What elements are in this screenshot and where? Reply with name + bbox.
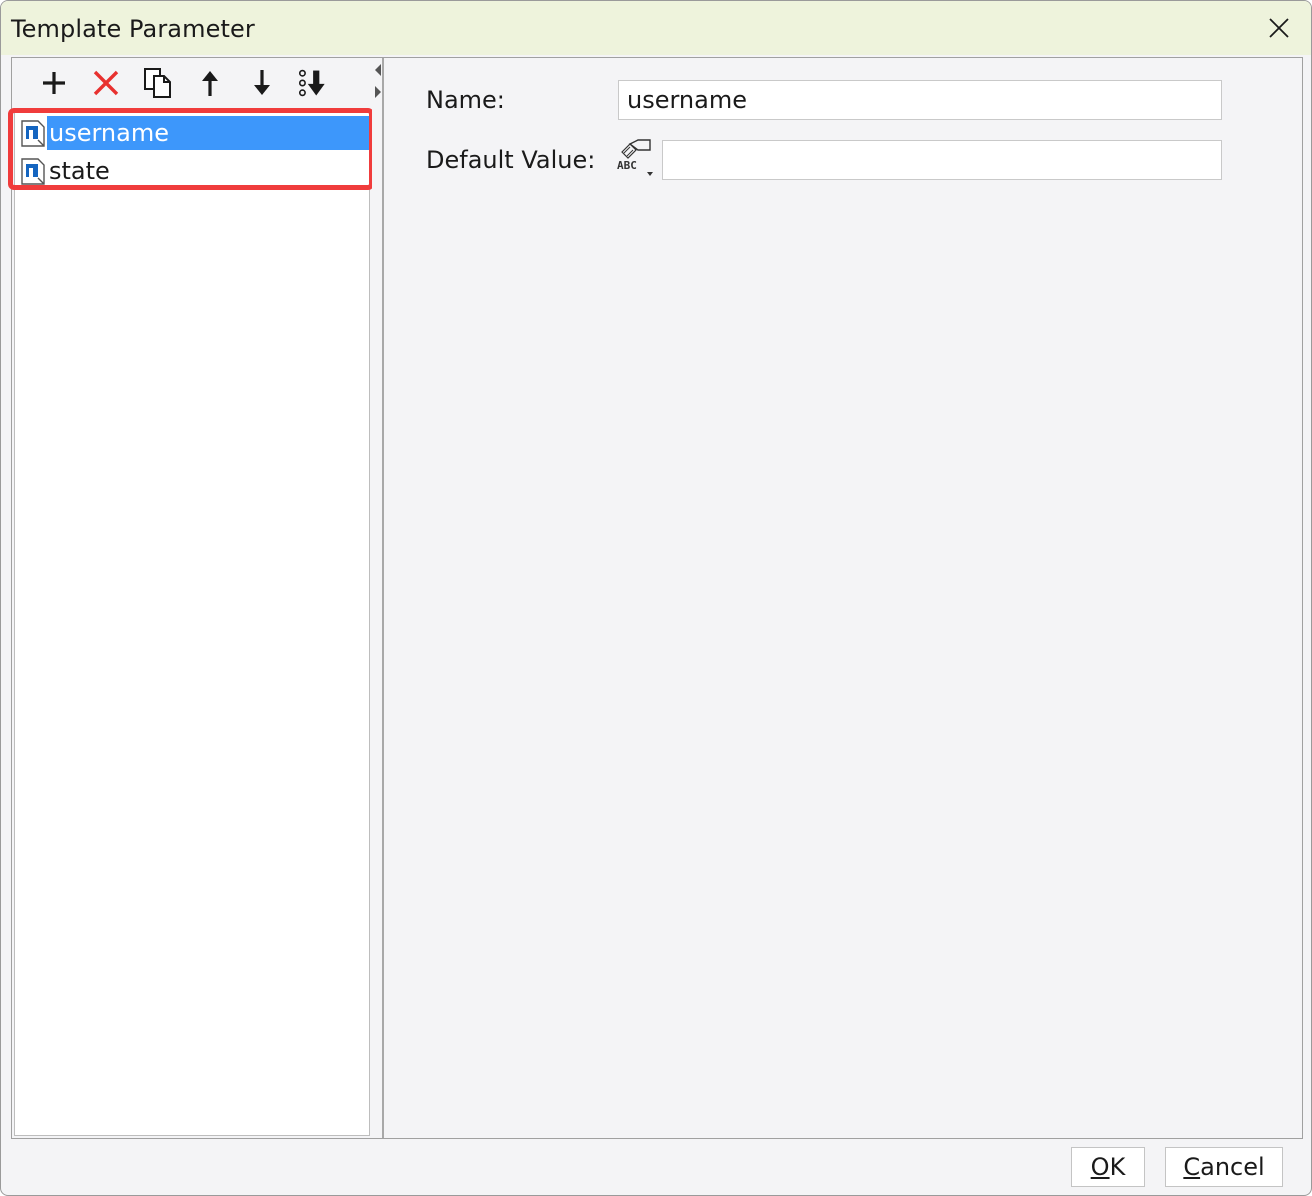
type-icon-text: ABC <box>617 159 637 172</box>
parameter-toolbar <box>12 58 372 108</box>
move-down-button[interactable] <box>236 61 288 105</box>
parameter-list[interactable]: username state <box>14 110 370 1136</box>
expand-right-icon[interactable] <box>373 84 383 100</box>
default-value-label: Default Value: <box>426 146 596 174</box>
list-item-label: state <box>49 157 110 185</box>
cancel-button[interactable]: Cancel <box>1165 1147 1283 1187</box>
parameter-icon <box>19 117 47 149</box>
default-value-input[interactable] <box>662 140 1222 180</box>
close-icon <box>1269 18 1289 38</box>
name-label: Name: <box>426 86 505 114</box>
arrow-up-icon <box>202 71 218 96</box>
dialog-content: username state Name: username Default Va… <box>8 57 1303 1139</box>
name-input[interactable]: username <box>618 80 1222 120</box>
ok-button[interactable]: OK <box>1071 1147 1145 1187</box>
arrow-down-icon <box>254 70 270 95</box>
list-item-username[interactable]: username <box>19 115 369 151</box>
collapse-left-icon[interactable] <box>373 62 383 78</box>
move-up-button[interactable] <box>184 61 236 105</box>
cancel-label-rest: ancel <box>1200 1153 1265 1181</box>
close-button[interactable] <box>1247 1 1311 55</box>
panel-splitter[interactable] <box>372 58 384 1138</box>
copy-icon <box>144 68 171 98</box>
cancel-mnemonic: C <box>1183 1153 1201 1181</box>
title-bar: Template Parameter <box>1 1 1311 55</box>
template-parameter-dialog: Template Parameter username state Name: … <box>0 0 1312 1196</box>
ok-mnemonic: O <box>1090 1153 1110 1181</box>
plus-icon <box>43 72 65 94</box>
parameter-list-panel: username state <box>8 58 374 1138</box>
add-parameter-button[interactable] <box>28 61 80 105</box>
sort-button[interactable] <box>288 61 340 105</box>
delete-parameter-button[interactable] <box>80 61 132 105</box>
ok-label-rest: K <box>1109 1153 1126 1181</box>
sort-icon <box>298 69 325 97</box>
parameter-details-panel: Name: username Default Value: ABC <box>386 58 1302 1138</box>
list-item-state[interactable]: state <box>19 153 369 189</box>
copy-parameter-button[interactable] <box>132 61 184 105</box>
list-item-label: username <box>47 116 369 150</box>
text-type-icon: ABC <box>617 139 653 176</box>
parameter-icon <box>19 155 47 187</box>
value-type-button[interactable]: ABC <box>616 138 656 182</box>
window-title: Template Parameter <box>11 15 255 43</box>
x-icon <box>93 70 119 96</box>
